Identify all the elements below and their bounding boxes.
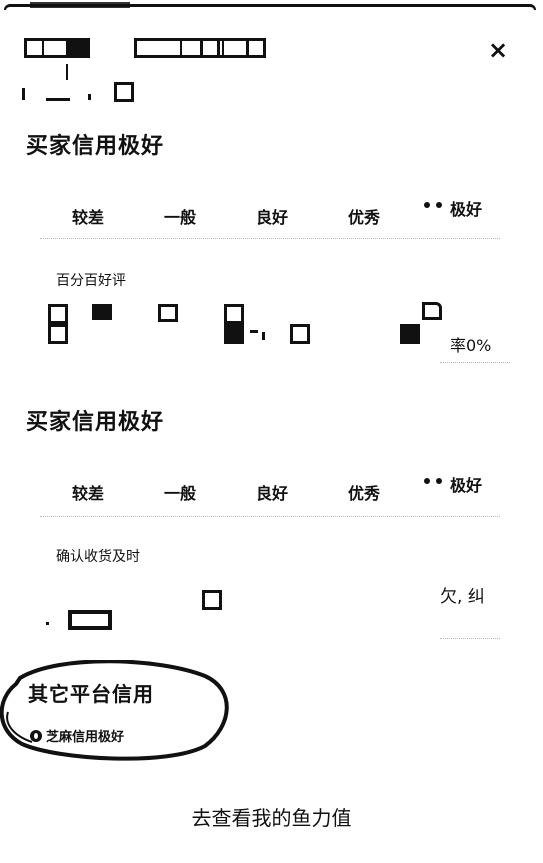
subheader-glyph xyxy=(46,98,70,101)
scale-label-poor: 较差 xyxy=(72,484,105,503)
right-text: 欠, 纠 xyxy=(440,587,485,607)
header-glyph xyxy=(222,38,224,58)
garbled-glyph xyxy=(224,324,244,344)
close-icon[interactable]: × xyxy=(484,36,512,64)
scale-label-fair: 一般 xyxy=(164,208,197,227)
top-strip-mark xyxy=(30,2,130,8)
scale-label-poor: 较差 xyxy=(72,208,105,227)
row-caption: 确认收货及时 xyxy=(56,549,140,565)
subheader-glyph xyxy=(66,64,68,80)
scale-label-great: 优秀 xyxy=(348,208,381,227)
section-title: 买家信用极好 xyxy=(26,410,165,435)
divider xyxy=(40,238,500,239)
zhima-credit-row: 芝麻信用极好 xyxy=(30,726,124,745)
garbled-glyph xyxy=(48,324,68,344)
zhima-icon xyxy=(30,729,42,742)
face-icon xyxy=(422,198,446,210)
header-glyph xyxy=(42,38,44,58)
garbled-glyph xyxy=(290,324,310,344)
divider xyxy=(440,362,510,363)
scale-label-excellent: 极好 xyxy=(450,200,483,219)
garbled-glyph xyxy=(48,304,68,324)
subheader-glyph xyxy=(22,88,25,100)
rating-scale: 较差 一般 良好 优秀 极好 xyxy=(0,196,543,236)
garbled-glyph xyxy=(202,590,222,610)
scribble-overlay xyxy=(0,660,229,761)
credit-sheet: × 买家信用极好 较差 一般 良好 优秀 极好 百分百好评 率0% 买家信用极好… xyxy=(0,0,543,863)
garbled-glyph xyxy=(422,302,442,320)
zhima-credit-label: 芝麻信用极好 xyxy=(46,730,125,745)
view-fish-score-link[interactable]: 去查看我的鱼力值 xyxy=(0,802,543,831)
subheader-glyph xyxy=(88,94,91,100)
divider xyxy=(440,638,500,639)
section-title: 买家信用极好 xyxy=(26,134,165,159)
scale-label-great: 优秀 xyxy=(348,484,381,503)
face-icon xyxy=(422,474,446,486)
garbled-glyph xyxy=(224,304,244,324)
garbled-glyph xyxy=(400,324,420,344)
garbled-glyph xyxy=(262,332,265,340)
garbled-glyph xyxy=(92,304,112,320)
header-glyph xyxy=(66,38,88,58)
divider xyxy=(40,516,500,517)
garbled-glyph xyxy=(68,610,112,630)
scale-label-good: 良好 xyxy=(256,484,289,503)
header-glyph xyxy=(246,38,266,58)
scale-label-excellent: 极好 xyxy=(450,476,483,495)
row-caption: 百分百好评 xyxy=(56,273,126,289)
section-title: 其它平台信用 xyxy=(28,682,154,706)
garbled-glyph xyxy=(46,622,49,625)
rate-text: 率0% xyxy=(450,336,492,355)
subheader-glyph xyxy=(114,82,134,102)
garbled-glyph xyxy=(158,304,178,322)
header-glyph xyxy=(200,38,220,58)
scale-label-good: 良好 xyxy=(256,208,289,227)
rating-scale: 较差 一般 良好 优秀 极好 xyxy=(0,472,543,512)
garbled-glyph xyxy=(250,330,258,333)
scale-label-fair: 一般 xyxy=(164,484,197,503)
header-glyph xyxy=(180,38,182,58)
